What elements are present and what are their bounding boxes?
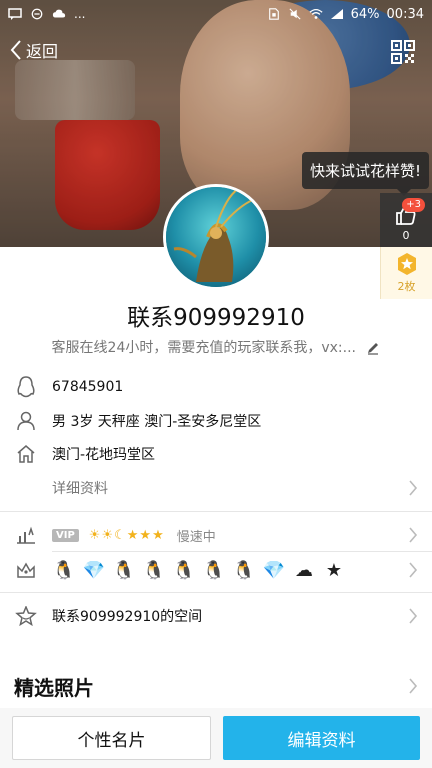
avatar[interactable] [163,184,269,290]
badge-item[interactable]: 🐧 [232,559,256,581]
clock: 00:34 [386,6,424,22]
status-left: ... [8,7,85,21]
badge-item[interactable]: 🐧 [142,559,166,581]
nickname: 联系909992910 [127,305,305,331]
mute-icon [289,8,301,20]
badge-list: 🐧 💎 🐧 🐧 🐧 🐧 🐧 💎 ☁ ★ [52,559,346,581]
avatar-image [166,187,266,287]
pencil-icon[interactable] [366,341,380,355]
divider [52,551,432,552]
message-icon [8,8,22,20]
space-label: 联系909992910的空间 [52,609,203,625]
badge-item[interactable]: 💎 [82,559,106,581]
level-icons: ☀☀☾★★★ [88,527,165,543]
crown-icon [0,561,52,579]
chevron-right-icon [409,527,418,543]
like-button[interactable]: +3 0 [380,193,432,247]
badge-item[interactable]: 💎 [262,559,286,581]
chevron-right-icon [409,562,418,578]
badge-item[interactable]: 🐧 [202,559,226,581]
chevron-right-icon [409,608,418,624]
featured-photos-title: 精选照片 [14,676,94,700]
divider [0,592,432,593]
cloud-icon [52,9,66,18]
like-badge: +3 [402,198,425,212]
space-row[interactable]: 联系909992910的空间 [0,601,432,631]
status-right: 64% 00:34 [267,7,424,22]
minus-circle-icon [31,8,43,20]
badges-row[interactable]: 🐧 💎 🐧 🐧 🐧 🐧 🐧 💎 ☁ ★ [0,555,432,585]
signal-icon [330,9,343,19]
chevron-right-icon [409,480,418,496]
vip-level-row[interactable]: VIP ☀☀☾★★★ 慢速中 [0,520,432,550]
profile-screen: ... 64% 00:34 返回 快来试试花样赞! +3 0 2枚 联系9099… [0,0,432,768]
vip-tag: VIP [52,528,79,542]
battery-level: 64% [350,6,380,22]
chevron-right-icon[interactable] [408,678,418,694]
back-button[interactable]: 返回 [10,38,58,62]
badge-item[interactable]: ☁ [292,559,316,581]
badge-item[interactable]: 🐧 [112,559,136,581]
detail-profile-row[interactable]: 详细资料 [0,473,432,503]
penguin-icon [0,376,52,398]
hometown-row: 澳门-花地玛堂区 [0,439,432,469]
badge-item[interactable]: 🐧 [172,559,196,581]
profile-card-button[interactable]: 个性名片 [12,716,211,760]
person-icon [0,411,52,431]
home-icon [0,444,52,464]
signature-text: 客服在线24小时，需要充值的玩家联系我，vx:... [51,340,356,356]
basic-info: 男 3岁 天秤座 澳门-圣安多尼堂区 [52,414,262,430]
edit-profile-button[interactable]: 编辑资料 [223,716,420,760]
spacer [0,640,432,648]
medal-button[interactable]: 2枚 [380,247,432,299]
detail-profile-label: 详细资料 [52,481,108,497]
qr-code-icon[interactable] [391,40,415,64]
wifi-icon [309,8,323,19]
bottom-action-bar: 个性名片 编辑资料 [0,708,432,768]
medal-count: 2枚 [397,280,416,293]
star-outline-icon [0,606,52,626]
chevron-left-icon [10,40,21,60]
back-label: 返回 [26,42,59,61]
badge-item[interactable]: ★ [322,559,346,581]
qq-number-row: 67845901 [0,372,432,402]
medal-star-icon [397,253,416,275]
divider [0,511,432,512]
like-tooltip: 快来试试花样赞! [301,152,429,196]
signature-row[interactable]: 客服在线24小时，需要充值的玩家联系我，vx:... [0,337,432,357]
hometown: 澳门-花地玛堂区 [52,447,156,463]
more-dots: ... [74,7,86,21]
sim-icon [268,8,279,20]
qq-number: 67845901 [52,379,124,395]
like-count: 0 [402,229,410,242]
level-chart-icon [0,526,52,544]
speed-status: 慢速中 [176,529,216,545]
status-bar: ... 64% 00:34 [0,0,432,28]
badge-item[interactable]: 🐧 [52,559,76,581]
basic-info-row: 男 3岁 天秤座 澳门-圣安多尼堂区 [0,406,432,436]
